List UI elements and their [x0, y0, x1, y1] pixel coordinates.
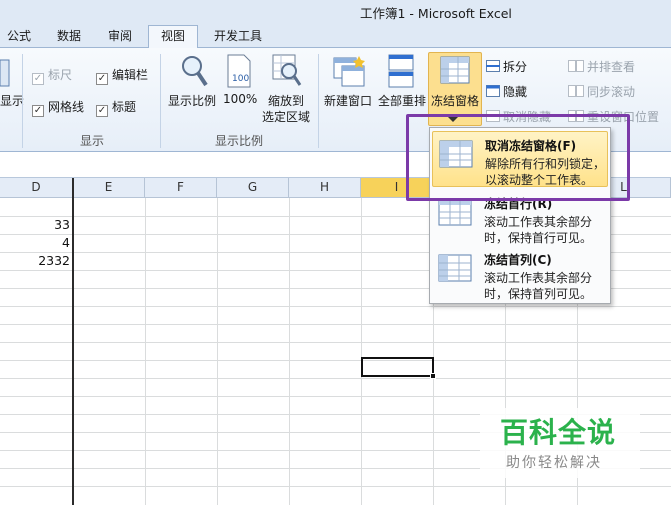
column-header-d[interactable]: D — [0, 178, 73, 198]
ruler-checkbox[interactable]: ✓ 标尺 — [32, 66, 72, 85]
watermark-logo-text: 百科全说 — [500, 416, 617, 449]
new-window-icon — [332, 54, 366, 91]
sync-scroll-icon — [568, 85, 584, 97]
zoom-selection-line2[interactable]: 选定区域 — [262, 108, 310, 125]
grid-line — [0, 324, 671, 325]
show-group-label: 显示 — [80, 134, 105, 148]
new-window-button[interactable]: 新建窗口 — [324, 92, 372, 109]
formula-bar-checkbox[interactable]: ✓ 编辑栏 — [96, 66, 148, 85]
cell-d-value[interactable]: 2332 — [0, 253, 70, 268]
first-col-desc-line1: 滚动工作表其余部分 — [484, 271, 593, 285]
frozen-pane-divider — [72, 178, 74, 505]
group-separator — [160, 54, 161, 148]
watermark-slogan: 助你轻松解决 — [506, 455, 602, 471]
cell-d-value[interactable]: 4 — [0, 235, 70, 250]
zoom-button[interactable]: 显示比例 — [168, 92, 216, 109]
top-row-desc-line2: 时，保持首行可见。 — [484, 231, 593, 245]
hide-icon — [486, 85, 500, 97]
formula-bar-label: 编辑栏 — [112, 68, 149, 82]
column-header-h[interactable]: H — [289, 178, 361, 198]
freeze-first-column-icon — [438, 254, 472, 287]
arrange-all-button[interactable]: 全部重排 — [378, 92, 426, 109]
ruler-check-icon: ✓ — [32, 73, 44, 85]
tab-view[interactable]: 视图 — [148, 25, 198, 49]
grid-line — [289, 198, 290, 505]
column-header-g[interactable]: G — [217, 178, 289, 198]
fill-handle[interactable] — [430, 373, 436, 379]
freeze-top-row-desc: 滚动工作表其余部分 时，保持首行可见。 — [484, 214, 592, 246]
grid-line — [0, 486, 671, 487]
ribbon-tab-row: 公式 数据 审阅 视图 开发工具 — [0, 22, 671, 49]
watermark: 百科全说 助你轻松解决 — [480, 408, 640, 478]
tab-review[interactable]: 审阅 — [103, 26, 137, 48]
grid-line — [0, 396, 671, 397]
first-col-desc-line2: 时，保持首列可见。 — [484, 287, 593, 301]
zoom-100-button[interactable]: 100% — [223, 92, 257, 106]
headings-label: 标题 — [112, 100, 137, 114]
side-by-side-button[interactable]: 并排查看 — [568, 58, 635, 75]
tab-formulas[interactable]: 公式 — [4, 26, 34, 48]
grid-line — [145, 198, 146, 505]
split-icon — [486, 60, 500, 72]
freeze-first-column-item[interactable]: 冻结首列(C) 滚动工作表其余部分 时，保持首列可见。 — [432, 246, 608, 302]
grid-line — [217, 198, 218, 505]
show-partial-icon — [0, 58, 10, 91]
gridlines-checkbox[interactable]: ✓ 网格线 — [32, 98, 84, 117]
freeze-first-column-desc: 滚动工作表其余部分 时，保持首列可见。 — [484, 270, 592, 302]
sync-scroll-button[interactable]: 同步滚动 — [568, 83, 635, 100]
freeze-first-column-title: 冻结首列(C) — [484, 253, 552, 267]
arrange-all-icon — [388, 54, 414, 91]
group-separator — [318, 54, 319, 148]
gridlines-label: 网格线 — [48, 100, 85, 114]
headings-checkbox[interactable]: ✓ 标题 — [96, 98, 136, 117]
top-row-desc-line1: 滚动工作表其余部分 — [484, 215, 593, 229]
grid-line — [361, 198, 362, 505]
zoom-group-label: 显示比例 — [215, 134, 264, 148]
split-button[interactable]: 拆分 — [486, 58, 527, 75]
grid-line — [0, 306, 671, 307]
split-label: 拆分 — [503, 60, 528, 74]
window-title: 工作簿1 - Microsoft Excel — [360, 6, 512, 21]
freeze-panes-icon — [440, 56, 470, 89]
grid-line — [0, 378, 671, 379]
grid-line — [0, 360, 671, 361]
cell-d-value[interactable]: 33 — [0, 217, 70, 232]
zoom-magnifier-icon — [180, 54, 208, 91]
freeze-top-row-icon — [438, 198, 472, 231]
ruler-label: 标尺 — [48, 68, 73, 82]
column-header-e[interactable]: E — [73, 178, 145, 198]
headings-check-icon: ✓ — [96, 105, 108, 117]
zoom-100-icon: 100 — [226, 54, 252, 91]
sync-scroll-label: 同步滚动 — [587, 85, 636, 99]
side-by-side-label: 并排查看 — [587, 60, 636, 74]
tab-data[interactable]: 数据 — [52, 26, 86, 48]
formula-bar-check-icon: ✓ — [96, 73, 108, 85]
hide-button[interactable]: 隐藏 — [486, 83, 527, 100]
column-header-f[interactable]: F — [145, 178, 217, 198]
zoom-selection-icon — [272, 54, 302, 91]
tab-developer[interactable]: 开发工具 — [208, 26, 268, 48]
zoom-selection-line1[interactable]: 缩放到 — [268, 92, 304, 109]
group-separator — [22, 54, 23, 148]
show-partial-label[interactable]: 显示 — [0, 92, 24, 109]
hide-label: 隐藏 — [503, 85, 528, 99]
freeze-panes-label: 冻结窗格 — [431, 94, 480, 108]
gridlines-check-icon: ✓ — [32, 105, 44, 117]
side-by-side-icon — [568, 60, 584, 72]
grid-line — [0, 342, 671, 343]
svg-text:100: 100 — [232, 74, 249, 84]
active-cell[interactable] — [361, 357, 434, 377]
highlight-annotation-frame — [406, 114, 630, 201]
title-bar: 工作簿1 - Microsoft Excel — [0, 0, 671, 22]
